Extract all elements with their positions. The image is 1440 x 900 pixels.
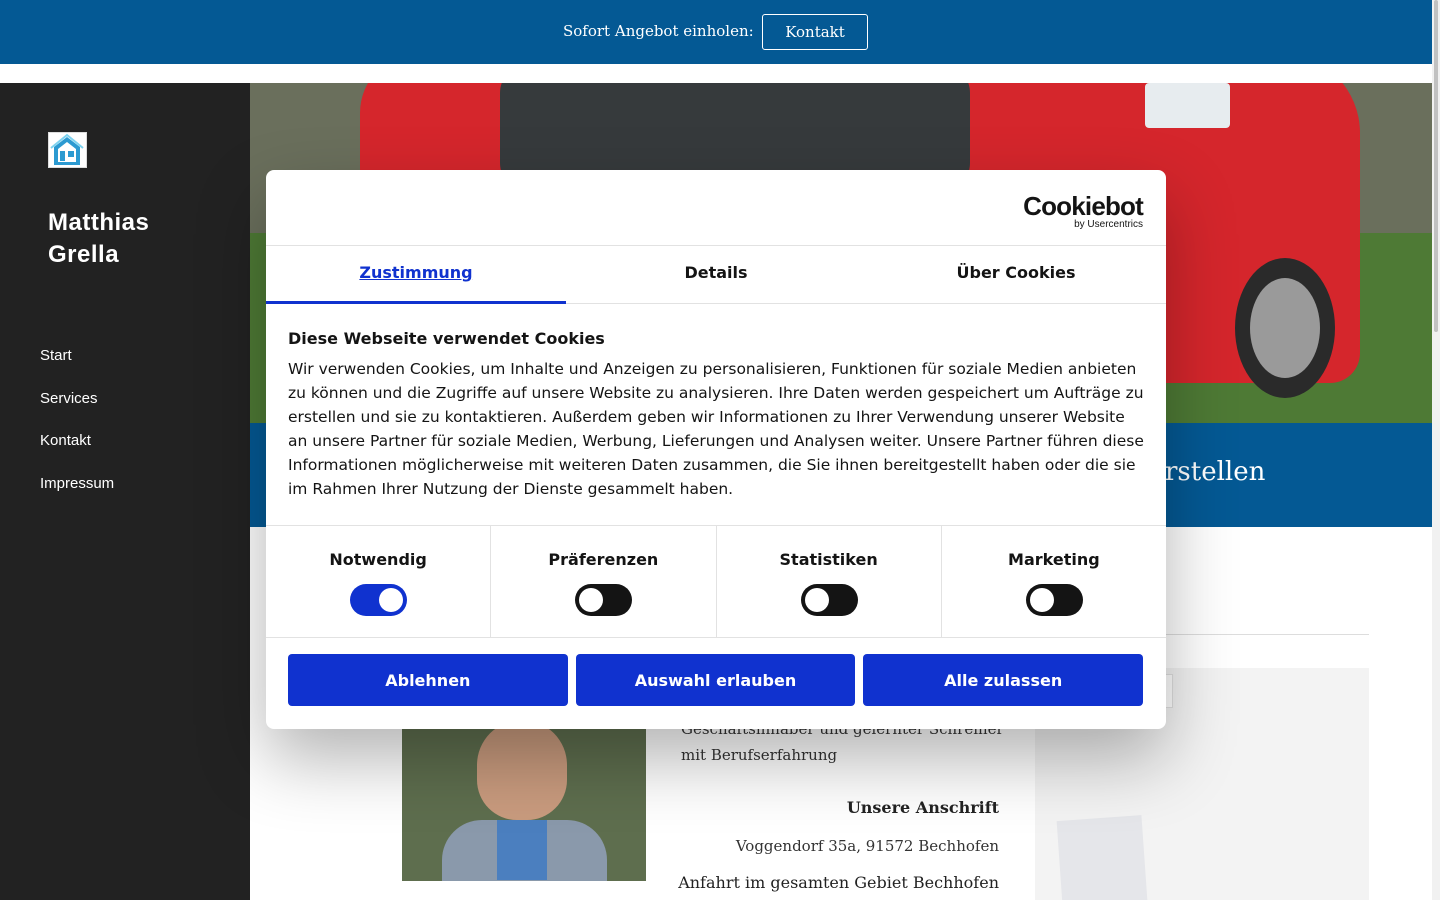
dialog-buttons: Ablehnen Auswahl erlauben Alle zulassen: [288, 654, 1144, 706]
toggle-knob: [579, 588, 604, 612]
cookie-consent-dialog: Cookiebot by Usercentrics Zustimmung Det…: [266, 170, 1166, 729]
dialog-text: Wir verwenden Cookies, um Inhalte und An…: [288, 360, 1144, 498]
pref-praeferenzen: Präferenzen: [491, 526, 717, 637]
dialog-header: Cookiebot by Usercentrics: [266, 170, 1166, 246]
service-area-text: Anfahrt im gesamten Gebiet Bechhofen: [678, 873, 999, 892]
sidebar: Matthias Grella Start Services Kontakt I…: [0, 83, 250, 900]
tab-ueber-cookies[interactable]: Über Cookies: [866, 246, 1166, 303]
about-line-2: mit Berufserfahrung: [681, 746, 838, 764]
tab-zustimmung[interactable]: Zustimmung: [266, 246, 566, 304]
owner-photo: [402, 720, 646, 881]
pref-label: Notwendig: [329, 550, 427, 569]
dialog-tabs: Zustimmung Details Über Cookies: [266, 246, 1166, 304]
allow-all-button[interactable]: Alle zulassen: [863, 654, 1144, 706]
toggle-knob: [379, 588, 404, 612]
cookiebot-logo[interactable]: Cookiebot by Usercentrics: [1023, 192, 1144, 230]
offer-label: Sofort Angebot einholen:: [563, 22, 754, 40]
dialog-title: Diese Webseite verwendet Cookies: [288, 329, 605, 348]
sidebar-item-kontakt[interactable]: Kontakt: [40, 430, 114, 473]
sidebar-item-impressum[interactable]: Impressum: [40, 473, 114, 516]
cookie-preferences: Notwendig Präferenzen Statistiken Market…: [266, 525, 1166, 638]
pref-label: Statistiken: [779, 550, 878, 569]
scrollbar-thumb[interactable]: [1434, 0, 1438, 332]
hero-slogan: rstellen: [1165, 457, 1266, 487]
top-banner: Sofort Angebot einholen: Kontakt: [0, 0, 1440, 64]
toggle-knob: [1029, 588, 1054, 612]
toggle-statistiken[interactable]: [800, 584, 858, 616]
address-text: Voggendorf 35a, 91572 Bechhofen: [735, 837, 999, 855]
pref-notwendig: Notwendig: [266, 526, 492, 637]
allow-selection-button[interactable]: Auswahl erlauben: [575, 654, 856, 706]
address-title: Unsere Anschrift: [846, 798, 999, 817]
house-logo-icon[interactable]: [48, 132, 87, 168]
pref-label: Präferenzen: [548, 550, 659, 569]
sidebar-nav: Start Services Kontakt Impressum: [40, 345, 114, 515]
decline-button[interactable]: Ablehnen: [288, 654, 568, 706]
toggle-notwendig[interactable]: [350, 584, 408, 616]
brand-name[interactable]: Matthias Grella: [48, 207, 208, 271]
sidebar-item-start[interactable]: Start: [40, 345, 114, 388]
toggle-praeferenzen[interactable]: [575, 584, 633, 616]
tab-details[interactable]: Details: [566, 246, 866, 303]
page-scrollbar[interactable]: [1432, 0, 1440, 900]
pref-label: Marketing: [1008, 550, 1100, 569]
toggle-knob: [804, 588, 829, 612]
pref-statistiken: Statistiken: [717, 526, 942, 637]
toggle-marketing[interactable]: [1025, 584, 1083, 616]
contact-button[interactable]: Kontakt: [762, 14, 868, 50]
pref-marketing: Marketing: [942, 526, 1166, 637]
sidebar-item-services[interactable]: Services: [40, 388, 114, 431]
